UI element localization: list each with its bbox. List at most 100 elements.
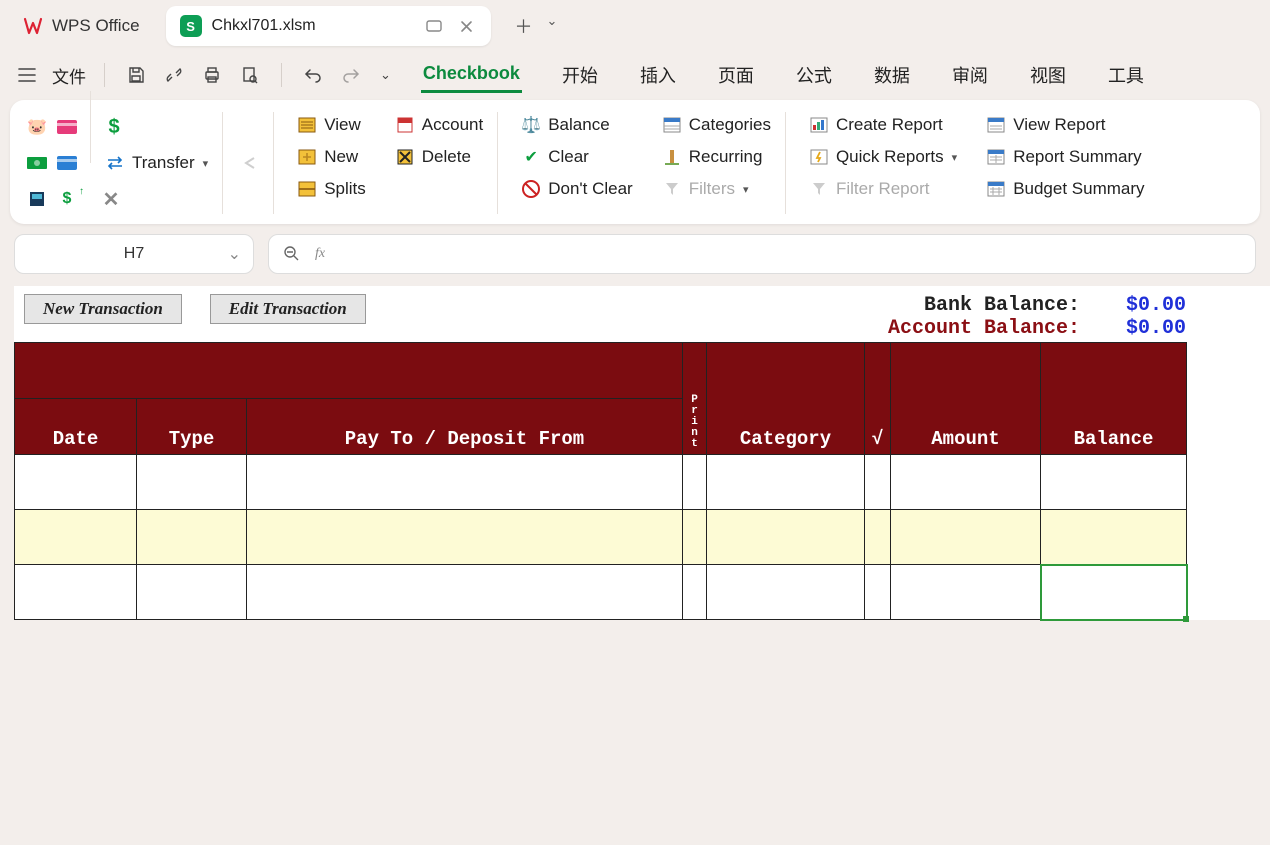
tab-insert[interactable]: 插入 <box>638 56 678 94</box>
ribbon-group-reports: Create Report Quick Reports Filter Repor… <box>794 112 1159 214</box>
register-table: Print Category √ Amount Balance Date Typ… <box>14 342 1187 620</box>
link-icon[interactable] <box>161 62 187 88</box>
print-icon[interactable] <box>199 62 225 88</box>
atm-icon[interactable] <box>26 188 48 210</box>
account-balance-value: $0.00 <box>1106 317 1186 340</box>
quick-icon <box>808 146 830 168</box>
table-row[interactable] <box>15 510 1187 565</box>
ribbon-group-nav <box>231 112 274 214</box>
account-button[interactable]: Account <box>390 112 487 138</box>
dontclear-button[interactable]: Don't Clear <box>516 176 637 202</box>
header-payto: Pay To / Deposit From <box>247 399 683 455</box>
separator <box>104 63 105 87</box>
balance-icon: ⚖️ <box>520 114 542 136</box>
transfer-button[interactable]: Transfer <box>100 150 212 176</box>
header-date: Date <box>15 399 137 455</box>
tab-view[interactable]: 视图 <box>1028 56 1068 94</box>
filter-icon <box>661 178 683 200</box>
view-icon <box>296 114 318 136</box>
transfer-label: Transfer <box>132 153 195 173</box>
table-row[interactable] <box>15 455 1187 510</box>
filter-report-icon <box>808 178 830 200</box>
view-button[interactable]: View <box>292 112 370 138</box>
ribbon-group-misc: 🐷 $ Transfer $↑ ✕ <box>24 112 223 214</box>
delete-button[interactable]: Delete <box>390 144 487 170</box>
clear-icon: ✔ <box>520 146 542 168</box>
view-report-button[interactable]: View Report <box>981 112 1148 138</box>
nav-back-icon[interactable] <box>241 152 263 174</box>
preview-icon[interactable] <box>237 62 263 88</box>
filter-report-button[interactable]: Filter Report <box>804 176 961 202</box>
close-x-icon[interactable]: ✕ <box>100 188 122 210</box>
budget-summary-button[interactable]: Budget Summary <box>981 176 1148 202</box>
new-transaction-button[interactable]: New Transaction <box>24 294 182 324</box>
document-tab[interactable]: S Chkxl701.xlsm <box>166 6 491 46</box>
tab-close-icon[interactable] <box>456 18 477 35</box>
summary-icon <box>985 146 1007 168</box>
hamburger-icon[interactable] <box>14 64 40 86</box>
report-icon <box>985 114 1007 136</box>
file-menu[interactable]: 文件 <box>52 63 86 88</box>
spreadsheet-icon: S <box>180 15 202 37</box>
menubar: 文件 ⌄ Checkbook 开始 插入 页面 公式 数据 审阅 视图 工具 <box>0 52 1270 98</box>
recurring-button[interactable]: Recurring <box>657 144 775 170</box>
namebox-dropdown-icon[interactable]: ⌄ <box>228 244 241 264</box>
cell-reference: H7 <box>124 245 144 263</box>
formula-bar: H7 ⌄ fx <box>0 226 1270 278</box>
dollar-icon[interactable]: $ <box>103 116 125 138</box>
zoom-out-icon[interactable] <box>283 245 301 263</box>
recurring-icon <box>661 146 683 168</box>
table-row[interactable] <box>15 565 1187 620</box>
tab-window-icon[interactable] <box>422 18 446 34</box>
dontclear-icon <box>520 178 542 200</box>
edit-transaction-button[interactable]: Edit Transaction <box>210 294 366 324</box>
fx-label: fx <box>315 246 325 262</box>
tab-dropdown-icon[interactable]: ⌄ <box>547 13 558 39</box>
splits-icon <box>296 178 318 200</box>
categories-button[interactable]: Categories <box>657 112 775 138</box>
quick-reports-button[interactable]: Quick Reports <box>804 144 961 170</box>
new-button[interactable]: New <box>292 144 370 170</box>
undo-icon[interactable] <box>300 63 326 87</box>
balance-button[interactable]: ⚖️Balance <box>516 112 637 138</box>
header-print: Print <box>683 343 707 455</box>
more-dropdown-icon[interactable]: ⌄ <box>376 63 395 87</box>
tab-review[interactable]: 审阅 <box>950 56 990 94</box>
titlebar: WPS Office S Chkxl701.xlsm ＋ ⌄ <box>0 0 1270 52</box>
ribbon-group-balance: ⚖️Balance ✔Clear Don't Clear Categories … <box>506 112 786 214</box>
create-report-button[interactable]: Create Report <box>804 112 961 138</box>
categories-icon <box>661 114 683 136</box>
report-summary-button[interactable]: Report Summary <box>981 144 1148 170</box>
filters-button[interactable]: Filters <box>657 176 775 202</box>
selected-cell[interactable] <box>1041 565 1187 620</box>
tab-start[interactable]: 开始 <box>560 56 600 94</box>
card-blue-icon[interactable] <box>56 152 78 174</box>
card-pink-icon[interactable] <box>56 116 78 138</box>
cash-icon[interactable] <box>26 152 48 174</box>
dollar-up-icon[interactable]: $↑ <box>56 188 78 210</box>
tab-data[interactable]: 数据 <box>872 56 912 94</box>
tab-formula[interactable]: 公式 <box>794 56 834 94</box>
separator <box>281 63 282 87</box>
budget-icon <box>985 178 1007 200</box>
header-category: Category <box>707 343 865 455</box>
tab-checkbook[interactable]: Checkbook <box>421 57 522 93</box>
app-name: WPS Office <box>52 16 140 36</box>
tab-tools[interactable]: 工具 <box>1106 56 1146 94</box>
formula-input[interactable]: fx <box>268 234 1256 274</box>
account-balance-label: Account Balance: <box>888 317 1080 340</box>
clear-button[interactable]: ✔Clear <box>516 144 637 170</box>
redo-icon[interactable] <box>338 63 364 87</box>
new-tab-button[interactable]: ＋ <box>515 13 533 39</box>
new-tab-controls: ＋ ⌄ <box>515 13 558 39</box>
splits-button[interactable]: Splits <box>292 176 370 202</box>
piggybank-icon[interactable]: 🐷 <box>26 116 48 138</box>
header-balance: Balance <box>1041 343 1187 455</box>
app-tab[interactable]: WPS Office <box>8 9 154 43</box>
tab-page[interactable]: 页面 <box>716 56 756 94</box>
ribbon-group-transaction: View New Splits Account Delete <box>282 112 498 214</box>
name-box[interactable]: H7 ⌄ <box>14 234 254 274</box>
wps-logo-icon <box>22 15 44 37</box>
chart-icon <box>808 114 830 136</box>
save-icon[interactable] <box>123 62 149 88</box>
